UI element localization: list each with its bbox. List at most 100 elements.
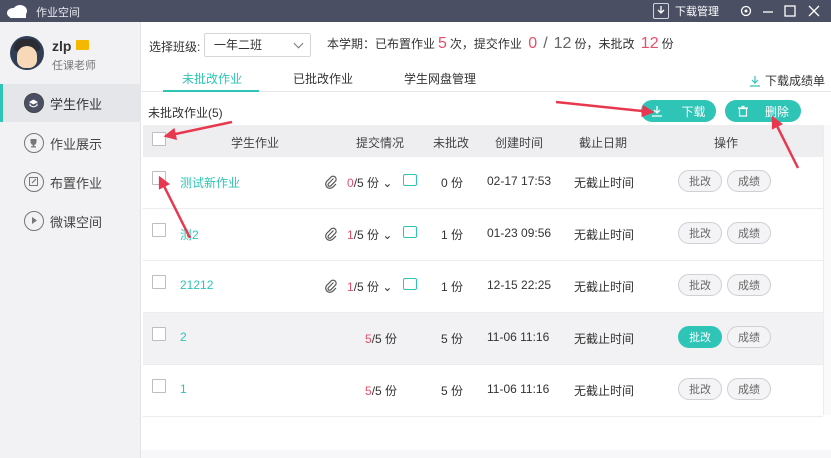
row-checkbox[interactable] — [152, 275, 166, 289]
sidebar-item-label: 学生作业 — [50, 96, 103, 112]
table-row: 测试新作业 0/5 份 ⌄ 0 份 02-17 17:53 无截止时间 批改 成… — [143, 157, 823, 209]
settings-icon[interactable] — [738, 3, 754, 19]
row-checkbox[interactable] — [152, 171, 166, 185]
sidebar-item-micro-course[interactable]: 微课空间 — [0, 202, 141, 240]
bottom-bar — [141, 450, 831, 458]
homework-name-link[interactable]: 21212 — [180, 278, 213, 292]
submission-total: /5 份 — [353, 228, 380, 242]
attachment-icon[interactable] — [323, 226, 339, 242]
correct-button[interactable]: 批改 — [678, 222, 722, 244]
class-select-value: 一年二班 — [214, 38, 263, 52]
close-icon[interactable] — [806, 3, 822, 19]
score-button[interactable]: 成绩 — [727, 222, 771, 244]
download-icon — [653, 3, 669, 19]
sidebar-item-label: 布置作业 — [50, 175, 103, 191]
attachment-icon[interactable] — [323, 278, 339, 294]
sidebar-item-assign-homework[interactable]: 布置作业 — [0, 163, 141, 201]
score-button[interactable]: 成绩 — [727, 326, 771, 348]
uncorrected-cell: 0 份 — [441, 176, 464, 190]
header-submission: 提交情况 — [356, 136, 405, 150]
list-title: 未批改作业(5) — [148, 106, 223, 120]
download-report-label: 下载成绩单 — [764, 74, 825, 88]
sidebar-item-label: 微课空间 — [50, 214, 103, 230]
submitted-number: 1 — [347, 280, 354, 294]
row-checkbox[interactable] — [152, 223, 166, 237]
deadline: 无截止时间 — [574, 176, 635, 190]
download-icon — [652, 106, 663, 117]
minimize-icon[interactable] — [760, 3, 776, 19]
play-icon — [24, 211, 44, 231]
uncorrected-cell: 1 份 — [441, 228, 464, 242]
comment-icon[interactable] — [403, 226, 417, 238]
header-actions: 操作 — [714, 136, 739, 150]
filter-bar: 选择班级: 一年二班 本学期：已布置作业 5 次，提交作业 0/12 份，未批改 12… — [141, 22, 831, 66]
submission-status[interactable]: 5/5 份 — [365, 382, 397, 399]
edit-icon — [24, 172, 44, 192]
row-checkbox[interactable] — [152, 379, 166, 393]
created-time: 11-06 11:16 — [487, 382, 550, 396]
header-homework: 学生作业 — [231, 136, 280, 150]
summary-text: 本学期：已布置作业 — [327, 37, 436, 51]
correct-button[interactable]: 批改 — [678, 170, 722, 192]
comment-icon[interactable] — [403, 174, 417, 186]
table-row: 测2 1/5 份 ⌄ 1 份 01-23 09:56 无截止时间 批改 成绩 — [143, 209, 823, 261]
sidebar: zlp 任课老师 学生作业 作业展示 布置作业 微课空间 — [0, 22, 141, 458]
avatar — [10, 36, 44, 70]
title-bar: 作业空间 下载管理 — [0, 0, 831, 22]
main-panel: 选择班级: 一年二班 本学期：已布置作业 5 次，提交作业 0/12 份，未批改 12… — [141, 22, 831, 458]
deadline: 无截止时间 — [574, 332, 635, 346]
attachment-icon[interactable] — [323, 174, 339, 190]
delete-label: 删除 — [764, 104, 789, 119]
homework-name-link[interactable]: 测试新作业 — [180, 174, 240, 191]
tab-cloud-disk[interactable]: 学生网盘管理 — [404, 70, 476, 87]
deadline: 无截止时间 — [574, 280, 635, 294]
row-checkbox[interactable] — [152, 327, 166, 341]
chevron-down-icon — [293, 38, 304, 49]
tab-uncorrected[interactable]: 未批改作业 — [182, 70, 242, 87]
mail-icon[interactable] — [76, 40, 89, 50]
active-tab-indicator — [163, 90, 259, 92]
homework-name-link[interactable]: 2 — [180, 330, 187, 344]
download-report-button[interactable]: 下载成绩单 — [749, 72, 825, 89]
class-select[interactable]: 一年二班 — [204, 33, 311, 57]
comment-icon[interactable] — [403, 278, 417, 290]
correct-button[interactable]: 批改 — [678, 274, 722, 296]
download-button[interactable]: 下载 — [641, 100, 716, 122]
score-button[interactable]: 成绩 — [727, 170, 771, 192]
homework-name-link[interactable]: 测2 — [180, 226, 199, 243]
summary-slash: / — [543, 35, 548, 52]
download-manager-button[interactable]: 下载管理 — [653, 2, 719, 20]
submitted-number: 1 — [347, 228, 354, 242]
created-time: 12-15 22:25 — [487, 278, 552, 292]
sidebar-item-homework-showcase[interactable]: 作业展示 — [0, 124, 141, 162]
score-button[interactable]: 成绩 — [727, 378, 771, 400]
deadline: 无截止时间 — [574, 228, 635, 242]
table-row: 2 5/5 份 5 份 11-06 11:16 无截止时间 批改 成绩 — [143, 313, 823, 365]
correct-button[interactable]: 批改 — [678, 378, 722, 400]
submission-status[interactable]: 1/5 份 ⌄ — [347, 278, 392, 295]
correct-button[interactable]: 批改 — [678, 326, 722, 348]
cloud-logo-icon — [7, 5, 27, 18]
summary-text: 次，提交作业 — [449, 37, 522, 51]
assigned-count: 5 — [438, 35, 447, 52]
homework-name-link[interactable]: 1 — [180, 382, 187, 396]
created-time: 01-23 09:56 — [487, 226, 552, 240]
tab-corrected[interactable]: 已批改作业 — [293, 70, 353, 87]
submission-status[interactable]: 0/5 份 ⌄ — [347, 174, 392, 191]
scrollbar[interactable] — [823, 125, 831, 415]
submission-status[interactable]: 5/5 份 — [365, 330, 397, 347]
download-manager-label: 下载管理 — [675, 6, 719, 18]
user-name: zlp — [52, 38, 72, 54]
submission-status[interactable]: 1/5 份 ⌄ — [347, 226, 392, 243]
maximize-icon[interactable] — [782, 3, 798, 19]
select-all-checkbox[interactable] — [152, 132, 166, 146]
submission-total: /5 份 — [353, 176, 380, 190]
trash-icon — [737, 105, 748, 117]
user-role: 任课老师 — [52, 60, 96, 72]
sidebar-item-student-homework[interactable]: 学生作业 — [0, 84, 141, 122]
delete-button[interactable]: 删除 — [725, 100, 801, 122]
score-button[interactable]: 成绩 — [727, 274, 771, 296]
student-homework-icon — [24, 93, 44, 113]
uncorrected-cell: 1 份 — [441, 280, 464, 294]
summary-text: 份，未批改 — [574, 37, 635, 51]
